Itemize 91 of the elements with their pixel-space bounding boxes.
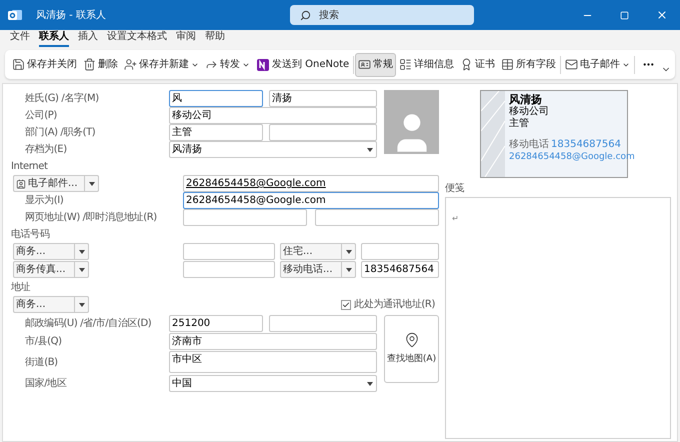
text-field[interactable]: 主管 (169, 124, 263, 141)
phone-field[interactable] (361, 243, 439, 260)
mail-icon (565, 58, 578, 71)
type-dropdown[interactable]: 住宅... (280, 243, 356, 260)
window-title: 风清扬 - 联系人 (36, 8, 107, 22)
field-label: 邮政编码(U) /省/市/自治区(D) (24, 316, 152, 331)
app-logo-icon (8, 8, 22, 22)
search-field[interactable]: 搜索 (290, 5, 474, 25)
card-company: 移动公司 (509, 106, 550, 118)
field-label: 街道(B) (24, 356, 59, 370)
caret-icon (78, 250, 84, 254)
text-field[interactable]: 风 (169, 90, 263, 107)
phone-field[interactable]: 18354687564 (361, 261, 439, 278)
text-field[interactable] (269, 124, 377, 141)
menu-tab[interactable]: 帮助 (205, 30, 225, 47)
field-label: 便笺 (445, 182, 466, 196)
field-label: 此处为通讯地址(R) (354, 298, 435, 312)
ribbon-button[interactable]: 常规 (355, 52, 396, 76)
map-pin-icon (404, 332, 420, 348)
checkbox[interactable] (341, 300, 352, 310)
ribbon-button[interactable]: 发送到 OneNote (253, 52, 352, 76)
text-field[interactable] (183, 261, 275, 278)
caret-icon (346, 268, 352, 272)
type-dropdown[interactable]: 商务... (13, 296, 89, 313)
field-label: 网页地址(W) /即时消息地址(R) (24, 210, 158, 225)
menu-tab[interactable]: 插入 (78, 30, 98, 47)
field-label: 显示为(I) (24, 194, 64, 208)
id-card-icon (358, 58, 372, 71)
table-icon (501, 58, 514, 71)
text-field[interactable]: 251200 (169, 315, 263, 332)
search-icon (300, 10, 311, 20)
type-dropdown[interactable]: 商务... (13, 243, 89, 260)
card-phone-label: 移动电话 (509, 139, 549, 151)
dropdown-field[interactable]: 中国 (169, 375, 377, 392)
caret-icon (346, 250, 352, 254)
contact-photo[interactable] (384, 90, 439, 154)
text-field[interactable] (269, 315, 377, 332)
field-label: 国家/地区 (24, 376, 68, 391)
card-phone: 18354687564 (551, 139, 621, 151)
menu-tab[interactable]: 联系人 (39, 30, 69, 47)
field-label: 部门(A) /职务(T) (24, 126, 96, 140)
field-label: 电话号码 (11, 228, 50, 242)
trash-icon (83, 58, 96, 71)
save-icon (12, 58, 25, 71)
card-name: 风清扬 (509, 93, 543, 106)
card-email: 26284654458@Google.com (509, 151, 635, 163)
caret-icon (78, 302, 84, 306)
menu-tab[interactable]: 审阅 (176, 30, 196, 47)
text-field[interactable] (183, 243, 275, 260)
dropdown-field[interactable]: 风清扬 (169, 141, 377, 158)
text-field[interactable]: 26284654458@Google.com (183, 192, 439, 209)
text-field[interactable]: 市中区 (169, 351, 377, 373)
menu-tab[interactable]: 设置文本格式 (107, 30, 167, 47)
ribbon-button[interactable]: 转发 (202, 52, 253, 76)
type-dropdown[interactable]: 移动电话... (280, 261, 356, 278)
email-field[interactable]: 26284654458@Google.com (183, 175, 439, 192)
field-label: 姓氏(G) /名字(M) (24, 92, 100, 106)
text-field[interactable] (183, 209, 307, 226)
ribbon-button[interactable]: 保存并新建 (121, 52, 202, 76)
ribbon-button[interactable]: 删除 (80, 52, 121, 76)
close-icon (656, 9, 668, 21)
type-dropdown[interactable]: 商务传真... (13, 261, 89, 278)
caret-icon (78, 268, 84, 272)
text-field[interactable] (315, 209, 439, 226)
notes-field[interactable]: ↵ (445, 197, 671, 439)
field-label: 公司(P) (24, 109, 58, 123)
person-plus-icon (124, 58, 137, 71)
ribbon-button[interactable]: 详细信息 (396, 52, 458, 76)
ribbon-button[interactable]: 电子邮件 (562, 52, 634, 76)
ribbon-button[interactable]: 保存并关闭 (9, 52, 80, 76)
caret-icon (367, 382, 373, 386)
notebook-icon (256, 58, 270, 72)
text-field[interactable]: 清扬 (269, 90, 377, 107)
paragraph-mark: ↵ (452, 214, 459, 223)
field-label: Internet (11, 160, 49, 174)
type-dropdown[interactable]: 电子邮件... (13, 175, 99, 192)
field-label: 存档为(E) (24, 142, 68, 157)
text-field[interactable]: 移动公司 (169, 107, 377, 124)
find-map-button[interactable]: 查找地图(A) (384, 315, 439, 383)
text-field[interactable]: 济南市 (169, 333, 377, 350)
list-icon (399, 58, 412, 71)
maximize-icon (620, 10, 629, 20)
field-label: 地址 (11, 280, 32, 295)
card-title: 主管 (509, 118, 530, 130)
caret-icon (367, 148, 373, 152)
caret-icon (88, 182, 94, 186)
ribbon-button[interactable]: 证书 (457, 52, 498, 76)
contact-card-icon (16, 178, 26, 188)
field-label: 市/县(Q) (24, 334, 63, 349)
menu-tab[interactable]: 文件 (10, 30, 30, 47)
ribbon-button[interactable]: 所有字段 (498, 52, 560, 76)
